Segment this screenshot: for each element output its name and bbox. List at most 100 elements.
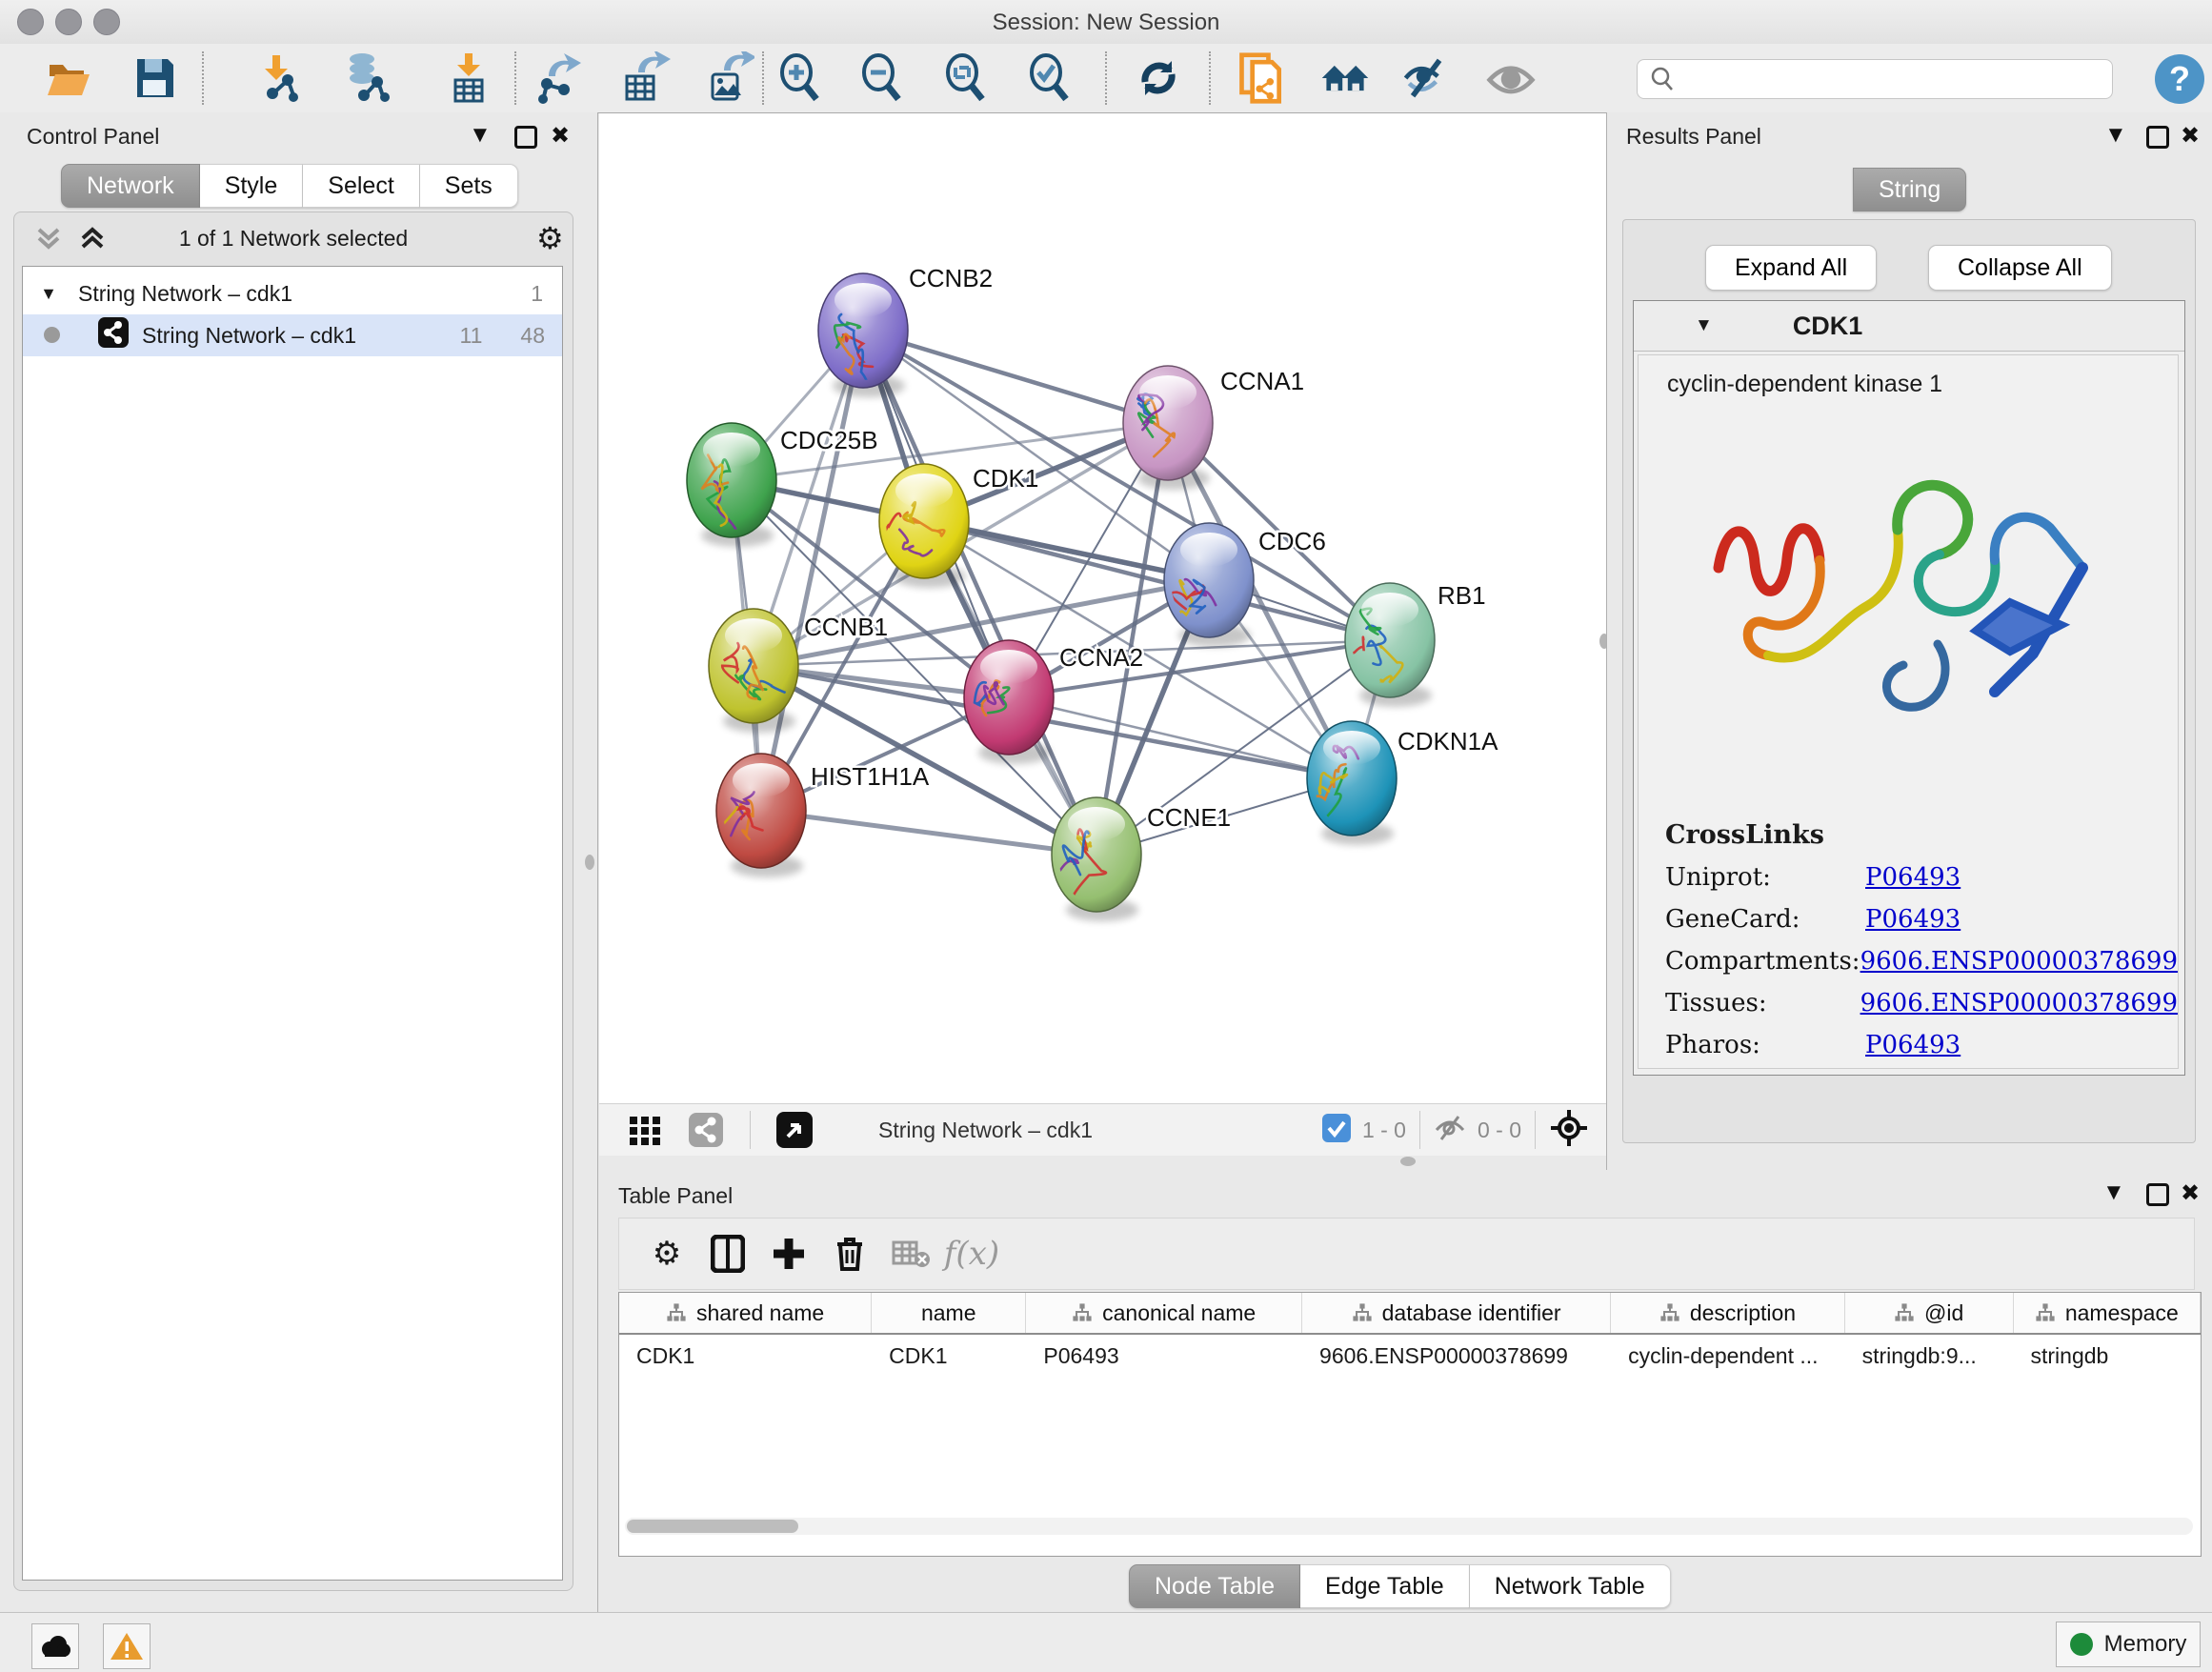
table-settings-gear-icon[interactable]: ⚙	[636, 1227, 697, 1280]
selected-checkbox-icon[interactable]	[1322, 1114, 1351, 1147]
string-view-icon[interactable]	[675, 1103, 736, 1157]
crosslink-link[interactable]: P06493	[1865, 905, 1961, 934]
tab-edge-table[interactable]: Edge Table	[1300, 1564, 1470, 1608]
tab-string[interactable]: String	[1853, 168, 1966, 212]
node-label-CCNE1: CCNE1	[1147, 803, 1231, 832]
export-table-icon[interactable]	[617, 51, 671, 105]
delete-table-icon[interactable]	[880, 1227, 941, 1280]
zoom-fit-icon[interactable]	[939, 51, 993, 105]
hidden-eye-slash-icon[interactable]	[1434, 1114, 1466, 1147]
open-session-icon[interactable]	[42, 51, 95, 105]
eye-icon[interactable]	[1484, 51, 1538, 105]
network-node-CDKN1A[interactable]: CDKN1A	[1307, 721, 1498, 856]
panel-close-icon[interactable]: ✖	[2181, 122, 2200, 150]
warning-button[interactable]	[103, 1623, 151, 1669]
node-table[interactable]: shared namenamecanonical namedatabase id…	[618, 1292, 2202, 1557]
tab-sets[interactable]: Sets	[420, 164, 518, 208]
network-canvas[interactable]: CCNB2CCNA1CDC25BCDK1CDC6RB1CCNB1CCNA2CDK…	[599, 113, 1606, 1103]
network-edge-CCNA2-CDKN1A[interactable]	[1009, 697, 1352, 778]
horizontal-scrollbar[interactable]	[625, 1518, 2193, 1535]
save-session-icon[interactable]	[128, 51, 181, 105]
panel-menu-icon[interactable]: ▼	[2104, 122, 2127, 149]
network-collection-row[interactable]: ▼ String Network – cdk1 1	[23, 272, 562, 314]
network-node-CCNA1[interactable]: CCNA1	[1123, 366, 1304, 490]
panel-close-icon[interactable]: ✖	[551, 122, 570, 150]
column-header-description[interactable]: description	[1611, 1293, 1845, 1333]
network-row[interactable]: String Network – cdk1 11 48	[23, 314, 562, 356]
panel-menu-icon[interactable]: ▼	[2102, 1179, 2125, 1206]
string-results-container: Expand All Collapse All ▼ CDK1 cyclin-de…	[1622, 219, 2196, 1143]
tab-node-table[interactable]: Node Table	[1129, 1564, 1300, 1608]
table-row[interactable]: CDK1CDK1P064939606.ENSP00000378699cyclin…	[619, 1335, 2201, 1377]
protein-description: cyclin-dependent kinase 1	[1667, 371, 2178, 398]
collapse-triangle-icon[interactable]: ▼	[1695, 315, 1713, 336]
panel-menu-icon[interactable]: ▼	[469, 122, 492, 149]
scrollbar-thumb[interactable]	[627, 1520, 798, 1533]
column-header--id[interactable]: @id	[1845, 1293, 2014, 1333]
search-icon	[1649, 66, 1676, 92]
show-columns-icon[interactable]	[697, 1227, 758, 1280]
birdseye-grid-icon[interactable]	[614, 1103, 675, 1157]
crosslink-link[interactable]: 9606.ENSP00000378699	[1860, 989, 2178, 1017]
open-in-window-icon[interactable]	[764, 1103, 825, 1157]
add-column-icon[interactable]	[758, 1227, 819, 1280]
column-label: description	[1690, 1300, 1796, 1326]
column-header-shared-name[interactable]: shared name	[619, 1293, 872, 1333]
column-header-database-identifier[interactable]: database identifier	[1302, 1293, 1611, 1333]
memory-button[interactable]: Memory	[2056, 1622, 2201, 1667]
tab-network-table[interactable]: Network Table	[1470, 1564, 1671, 1608]
network-node-CCNB2[interactable]: CCNB2	[818, 264, 993, 397]
left-splitter-handle[interactable]	[585, 855, 594, 870]
table-cell: P06493	[1026, 1343, 1302, 1369]
tab-select[interactable]: Select	[303, 164, 419, 208]
toolbar-separator	[762, 51, 764, 105]
panel-float-icon[interactable]	[2146, 126, 2169, 149]
string-import-icon[interactable]	[1235, 51, 1288, 105]
refresh-icon[interactable]	[1132, 51, 1185, 105]
search-box[interactable]	[1637, 59, 2113, 99]
crosslink-link[interactable]: P06493	[1865, 1031, 1961, 1059]
expand-all-button[interactable]: Expand All	[1705, 245, 1877, 291]
node-label-RB1: RB1	[1438, 581, 1486, 610]
crosslink-link[interactable]: P06493	[1865, 863, 1961, 892]
zoom-in-icon[interactable]	[774, 51, 827, 105]
import-network-file-icon[interactable]	[251, 51, 305, 105]
zoom-out-icon[interactable]	[855, 51, 909, 105]
export-image-icon[interactable]	[701, 51, 754, 105]
import-table-file-icon[interactable]	[442, 51, 495, 105]
panel-close-icon[interactable]: ✖	[2181, 1179, 2200, 1207]
network-edge-CCNB2-CCNA1[interactable]	[863, 331, 1168, 423]
table-splitter-handle[interactable]	[1400, 1157, 1416, 1166]
help-button[interactable]: ?	[2155, 54, 2204, 104]
export-network-icon[interactable]	[530, 51, 583, 105]
column-header-name[interactable]: name	[872, 1293, 1026, 1333]
cloud-button[interactable]	[31, 1623, 79, 1669]
collapse-triangle-icon[interactable]: ▼	[23, 284, 57, 304]
tab-style[interactable]: Style	[200, 164, 304, 208]
control-panel-title: Control Panel	[27, 124, 159, 150]
delete-column-trash-icon[interactable]	[819, 1227, 880, 1280]
fit-selection-crosshair-icon[interactable]	[1549, 1108, 1589, 1153]
network-node-CDC25B[interactable]: CDC25B	[687, 423, 878, 547]
column-header-namespace[interactable]: namespace	[2014, 1293, 2201, 1333]
network-node-RB1[interactable]: RB1	[1339, 581, 1486, 707]
protein-section-header[interactable]: ▼ CDK1	[1634, 301, 2184, 352]
crosslink-label: Pharos:	[1639, 1031, 1865, 1059]
tab-network[interactable]: Network	[61, 164, 200, 208]
search-input[interactable]	[1676, 66, 2099, 92]
gear-icon[interactable]: ⚙	[536, 220, 564, 256]
collapse-all-button[interactable]: Collapse All	[1928, 245, 2112, 291]
network-selection-summary: 1 of 1 Network selected	[14, 226, 573, 252]
panel-float-icon[interactable]	[2146, 1183, 2169, 1206]
zoom-selected-icon[interactable]	[1023, 51, 1076, 105]
network-node-CCNE1[interactable]: CCNE1	[1046, 797, 1231, 921]
houses-icon[interactable]	[1318, 51, 1372, 105]
column-header-canonical-name[interactable]: canonical name	[1026, 1293, 1302, 1333]
eye-slash-icon[interactable]	[1400, 51, 1454, 105]
network-node-HIST1H1A[interactable]: HIST1H1A	[709, 754, 930, 877]
panel-float-icon[interactable]	[514, 126, 537, 149]
function-builder-icon[interactable]: f(x)	[941, 1227, 1002, 1280]
crosslink-link[interactable]: 9606.ENSP00000378699	[1860, 947, 2178, 976]
network-edge-HIST1H1A-CCNE1[interactable]	[761, 811, 1096, 855]
import-network-database-icon[interactable]	[339, 51, 392, 105]
